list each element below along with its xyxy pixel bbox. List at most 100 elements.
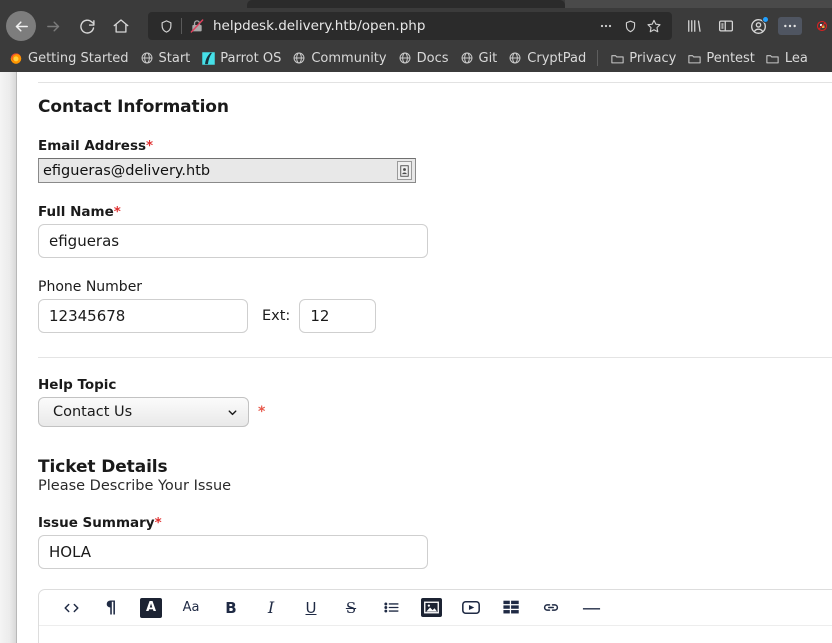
tab-strip-empty-area[interactable] [565, 0, 832, 8]
strikethrough-icon[interactable]: S [331, 593, 371, 623]
reload-icon [79, 19, 95, 34]
globe-icon [397, 50, 413, 66]
globe-icon [507, 50, 523, 66]
bookmark-folder-privacy[interactable]: Privacy [604, 47, 681, 69]
bookmark-label: Docs [416, 50, 449, 66]
url-bar[interactable]: helpdesk.delivery.htb/open.php [148, 12, 672, 40]
email-input[interactable] [38, 158, 416, 183]
menu-dots-button[interactable] [774, 11, 806, 41]
reader-view-button[interactable] [618, 14, 642, 38]
folder-glyph-icon [611, 54, 624, 63]
email-required-marker: * [146, 138, 154, 154]
url-bar-actions [594, 14, 666, 38]
bullet-list-icon[interactable] [371, 593, 411, 623]
forward-button[interactable] [36, 11, 70, 41]
bookmark-community[interactable]: Community [286, 47, 391, 69]
bold-icon[interactable]: B [211, 593, 251, 623]
bookmark-getting-started[interactable]: Getting Started [3, 47, 134, 69]
bookmark-parrot-os[interactable]: Parrot OS [195, 47, 286, 69]
font-size-icon[interactable]: Aa [171, 593, 211, 623]
video-icon[interactable] [451, 593, 491, 623]
phone-number-input[interactable] [38, 299, 248, 333]
folder-icon [765, 50, 781, 66]
issue-summary-input[interactable] [38, 535, 428, 569]
bookmark-label: Pentest [706, 50, 755, 66]
table-icon[interactable] [491, 593, 531, 623]
image-icon[interactable] [411, 593, 451, 623]
bookmarks-bar: Getting Started Start Parrot OS Communit… [0, 44, 832, 72]
text-color-icon[interactable]: A [140, 597, 162, 618]
sidebar-icon[interactable] [710, 11, 742, 41]
globe-glyph-icon [509, 52, 521, 64]
url-text[interactable]: helpdesk.delivery.htb/open.php [209, 18, 594, 34]
bookmark-label: Getting Started [28, 50, 129, 66]
folder-icon [686, 50, 702, 66]
bookmark-folder-pentest[interactable]: Pentest [681, 47, 760, 69]
bookmark-label: Start [158, 50, 191, 66]
tab-strip [0, 0, 832, 8]
firefox-logo-icon [10, 53, 22, 64]
folder-icon [609, 50, 625, 66]
video-glyph-icon [462, 600, 480, 615]
bookmark-label: Parrot OS [220, 50, 282, 66]
section-divider [38, 357, 832, 358]
ext-input[interactable] [299, 299, 377, 333]
back-arrow-icon [15, 20, 28, 32]
globe-glyph-icon [293, 52, 305, 64]
help-topic-select[interactable]: Contact Us [38, 397, 249, 427]
link-icon[interactable] [531, 593, 571, 623]
parrot-icon [200, 50, 216, 66]
ext-label: Ext: [262, 308, 291, 324]
page-actions-button[interactable] [594, 14, 618, 38]
account-icon[interactable] [742, 11, 774, 41]
bookmark-label: CryptPad [527, 50, 587, 66]
star-icon [647, 19, 661, 33]
firefox-icon [8, 50, 24, 66]
bullet-list-glyph-icon [383, 602, 399, 613]
source-code-icon[interactable] [51, 593, 91, 623]
form-top-divider [38, 82, 832, 83]
home-button[interactable] [104, 11, 138, 41]
site-security-button[interactable] [185, 14, 209, 38]
full-name-required-marker: * [113, 204, 121, 220]
active-tab[interactable] [247, 0, 565, 8]
account-notification-badge [762, 16, 769, 23]
globe-icon [459, 50, 475, 66]
bookmark-docs[interactable]: Docs [392, 47, 454, 69]
parrot-logo-icon [202, 51, 215, 65]
bookmark-start[interactable]: Start [134, 47, 196, 69]
bookmark-git[interactable]: Git [454, 47, 503, 69]
shield-icon [161, 19, 171, 33]
bookmark-folder-learn[interactable]: Lea [760, 47, 813, 69]
rich-text-editor: ¶ A Aa B I U S — [38, 589, 832, 643]
back-button[interactable] [6, 11, 36, 41]
underline-icon[interactable]: U [291, 593, 331, 623]
bookmark-star-button[interactable] [642, 14, 666, 38]
browser-toolbar-icons [678, 11, 828, 41]
bookmarks-separator [597, 50, 599, 66]
reload-button[interactable] [70, 11, 104, 41]
contact-card-glyph-icon [400, 164, 409, 177]
globe-glyph-icon [141, 52, 152, 64]
issue-summary-label: Issue Summary* [38, 515, 832, 531]
bookmark-label: Lea [784, 50, 808, 66]
home-icon [113, 19, 129, 33]
tracking-protection-button[interactable] [154, 14, 178, 38]
chevron-down-icon [228, 409, 237, 415]
italic-icon[interactable]: I [251, 593, 291, 623]
sidebar-panel-icon [718, 20, 734, 32]
help-topic-row: Contact Us * [38, 397, 832, 427]
contact-card-icon[interactable] [397, 161, 412, 180]
horizontal-rule-icon[interactable]: — [571, 593, 611, 623]
help-topic-label: Help Topic [38, 377, 117, 393]
full-name-input[interactable] [38, 224, 428, 258]
page-viewport: Contact Information Email Address* Full … [0, 72, 832, 643]
blocked-extension-icon[interactable] [806, 11, 828, 41]
issue-summary-required-marker: * [154, 515, 162, 531]
table-glyph-icon [502, 600, 519, 614]
library-icon[interactable] [678, 11, 710, 41]
bookmark-cryptpad[interactable]: CryptPad [502, 47, 591, 69]
editor-content-area[interactable]: <h1>Hola</h1> [39, 626, 832, 643]
paragraph-icon[interactable]: ¶ [91, 593, 131, 623]
library-books-icon [688, 20, 701, 32]
